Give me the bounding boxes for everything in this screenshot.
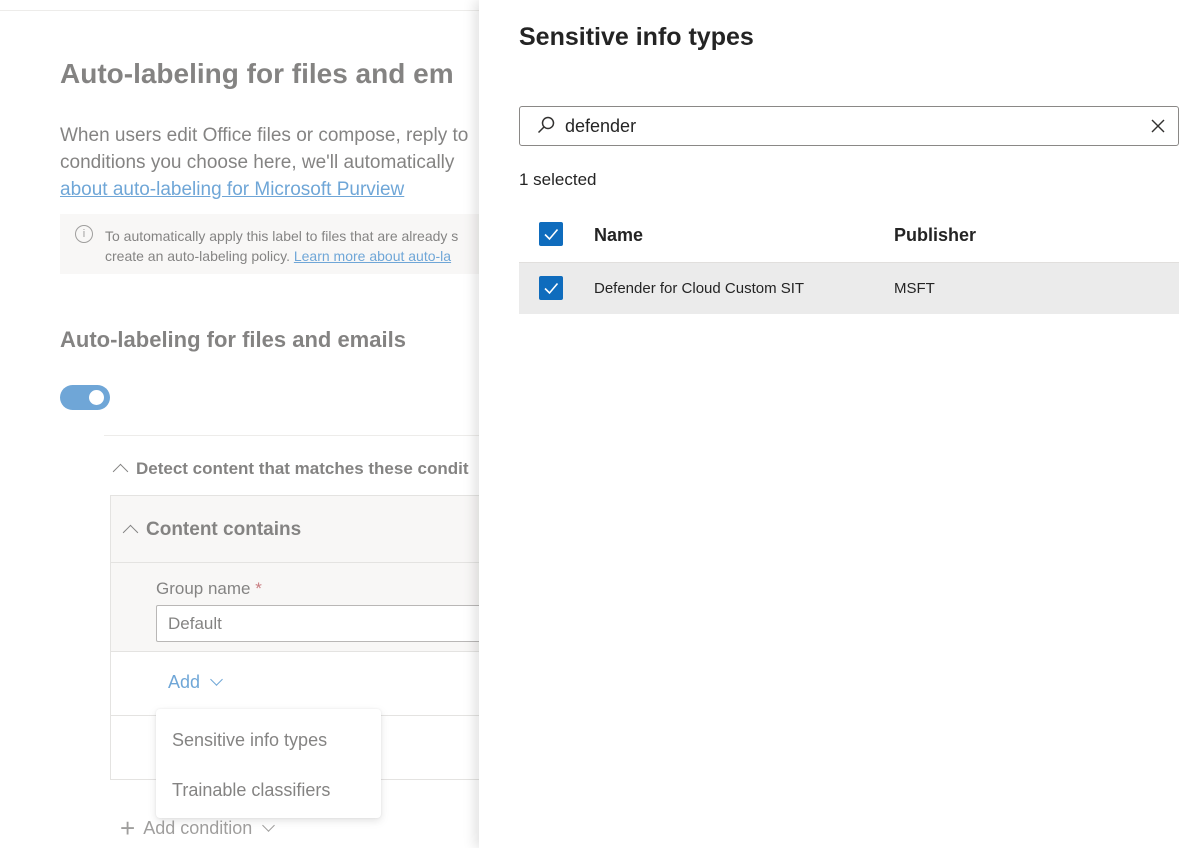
- search-icon: [537, 116, 555, 134]
- row-publisher: MSFT: [894, 280, 935, 297]
- checkmark-icon: [544, 228, 559, 241]
- table-row[interactable]: Defender for Cloud Custom SIT MSFT: [519, 263, 1179, 314]
- column-header-publisher[interactable]: Publisher: [894, 225, 976, 246]
- selected-count: 1 selected: [519, 170, 597, 189]
- search-input[interactable]: [565, 108, 1125, 144]
- search-box: [519, 106, 1179, 146]
- checkmark-icon: [544, 282, 559, 295]
- panel-title: Sensitive info types: [519, 23, 754, 51]
- close-icon[interactable]: [1150, 118, 1166, 134]
- select-all-checkbox[interactable]: [539, 222, 563, 246]
- row-name: Defender for Cloud Custom SIT: [594, 280, 805, 297]
- sensitive-info-types-panel: Sensitive info types 1 selected Name Pub…: [479, 0, 1192, 848]
- table-header: Name Publisher: [519, 210, 1179, 263]
- panel-overlay[interactable]: [0, 0, 479, 848]
- column-header-name[interactable]: Name: [594, 225, 643, 246]
- row-checkbox[interactable]: [539, 276, 563, 300]
